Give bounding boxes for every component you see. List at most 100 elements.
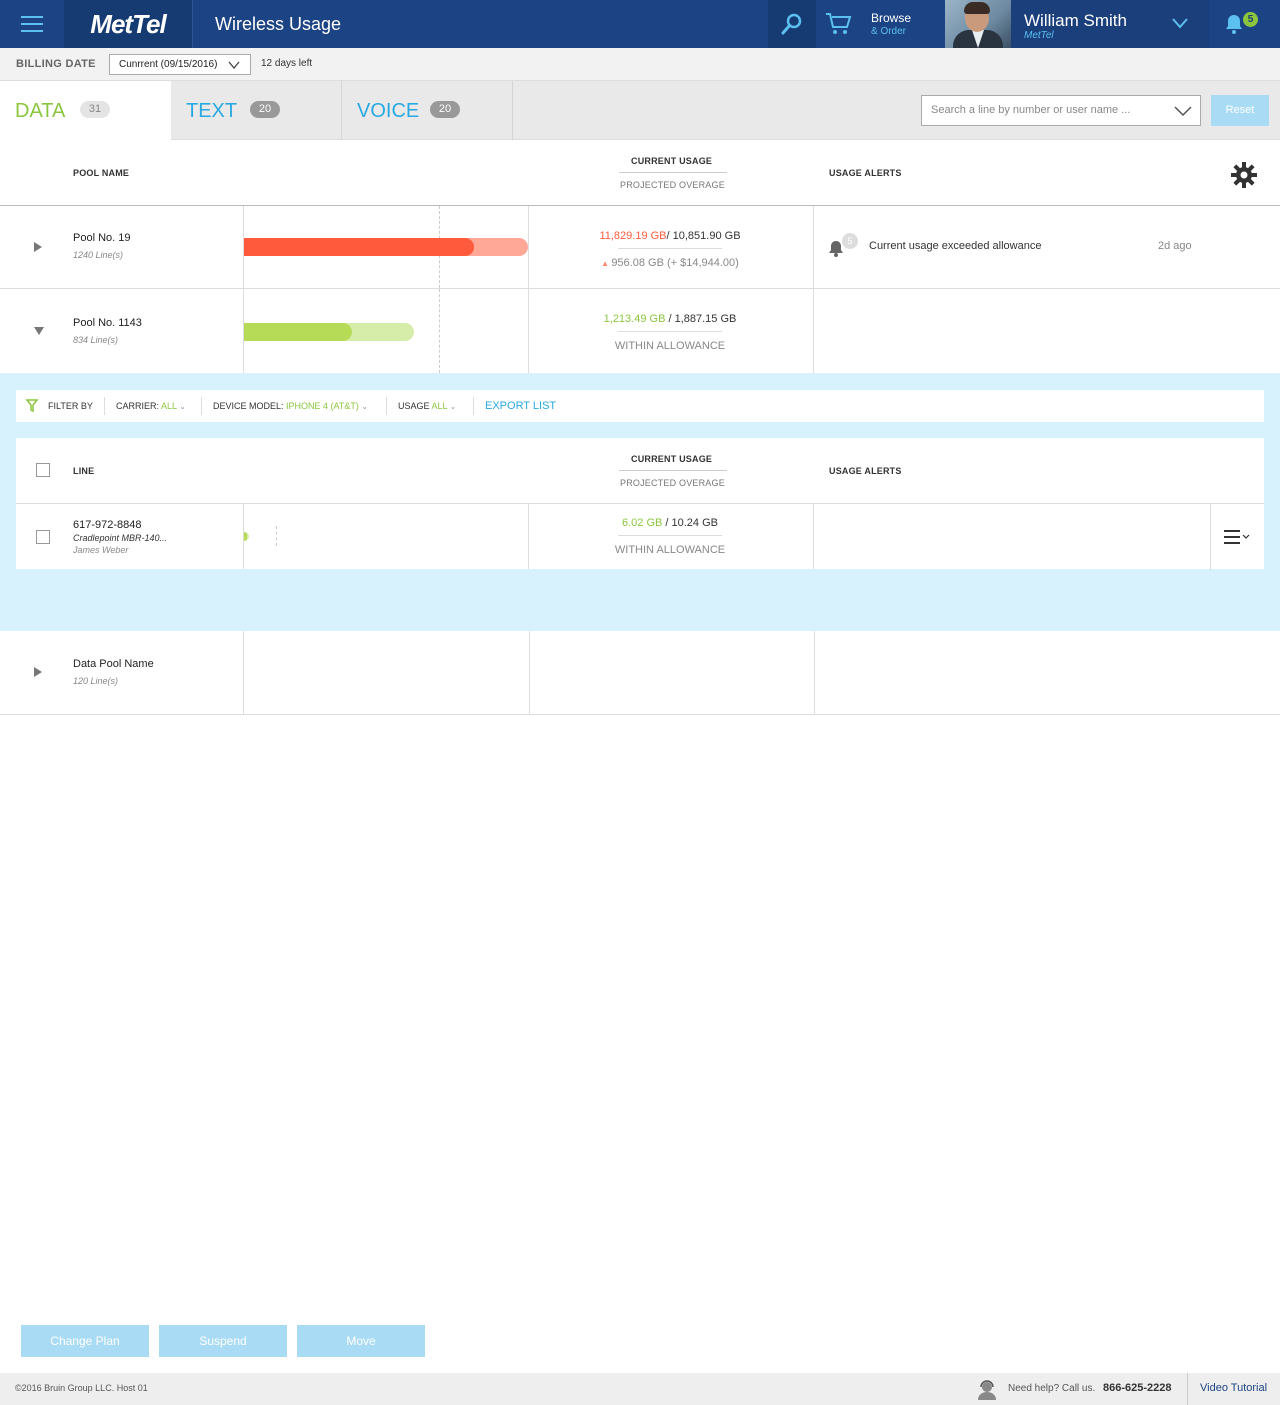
pool-lines: 120 Line(s) [73,676,119,686]
divider [619,172,727,173]
used-amount: 1,213.49 GB [603,313,666,325]
chevron-down-icon [228,61,240,70]
user-name: William Smith [1024,11,1127,30]
device-filter-value: IPHONE 4 (AT&T) [286,401,359,411]
divider [473,397,474,415]
cart-icon[interactable] [818,0,860,48]
line-user: James Weber [73,545,129,555]
col-current-usage: CURRENT USAGE [631,454,713,464]
divider [386,397,387,415]
billing-date-select[interactable]: Cunrrent (09/15/2016) [109,54,251,75]
carrier-filter-label: CARRIER: [116,401,160,411]
line-checkbox[interactable] [36,530,50,544]
expand-icon[interactable] [33,666,43,678]
allowance-marker [276,526,277,546]
browse-sublabel: & Order [871,26,907,37]
top-bar: MetTel Wireless Usage Browse & Order Wil… [0,0,1280,48]
pool-name: Pool No. 19 [73,232,131,244]
line-table: LINE CURRENT USAGE PROJECTED OVERAGE USA… [16,438,1264,570]
used-amount: 11,829.19 GB [599,230,667,242]
tab-data[interactable]: DATA 31 [0,81,171,141]
usage-summary: 6.02 GB / 10.24 GB WITHIN ALLOWANCE [528,517,812,556]
support-phone[interactable]: 866-625-2228 [1103,1382,1172,1394]
pool-row[interactable]: Pool No. 19 1240 Line(s) 11,829.19 GB/ 1… [0,206,1280,289]
collapse-icon[interactable] [33,326,45,336]
pool-lines: 1240 Line(s) [73,250,124,260]
notifications-button[interactable]: 5 [1209,0,1280,48]
filter-icon [26,399,38,412]
line-device: Cradlepoint MBR-140... [73,533,168,543]
chevron-down-icon: ⌄ [179,402,186,411]
line-actions-menu[interactable] [1210,504,1264,570]
user-menu[interactable]: William Smith MetTel [1011,0,1209,48]
alert-text: Current usage exceeded allowance [869,240,1042,252]
chevron-down-icon: ⌄ [361,402,369,411]
support-agent-icon [978,1380,996,1400]
allowance-amount: / 10.24 GB [662,517,718,529]
billing-bar: BILLING DATE Cunrrent (09/15/2016) 12 da… [0,48,1280,81]
divider [813,504,814,569]
reset-button[interactable]: Reset [1211,95,1269,126]
col-pool-name: POOL NAME [73,168,130,178]
usage-filter[interactable]: USAGE ALL ⌄ [398,401,456,411]
pool-row[interactable]: Data Pool Name 120 Line(s) [0,631,1280,715]
tab-data-count: 31 [80,101,110,118]
tab-voice[interactable]: VOICE 20 [342,81,513,140]
line-row[interactable]: 617-972-8848 Cradlepoint MBR-140... Jame… [16,504,1264,570]
tab-voice-count: 20 [430,101,460,118]
carrier-filter[interactable]: CARRIER: ALL ⌄ [116,401,186,411]
allowance-marker [439,289,440,373]
allowance-amount: / 1,887.15 GB [665,313,737,325]
search-icon[interactable] [768,0,816,48]
line-number: 617-972-8848 [73,519,142,531]
suspend-button[interactable]: Suspend [159,1325,287,1357]
notification-badge: 5 [1243,12,1258,27]
pool-row[interactable]: Pool No. 1143 834 Line(s) 1,213.49 GB / … [0,289,1280,373]
divider [618,535,722,536]
browse-order-link[interactable]: Browse & Order [871,11,911,39]
divider [619,470,727,471]
select-all-checkbox[interactable] [36,463,50,477]
warning-triangle-icon: ▲ [601,259,612,268]
divider [813,289,814,373]
avatar[interactable] [945,0,1011,48]
allowance-amount: / 10,851.90 GB [666,230,741,242]
col-usage-alerts: USAGE ALERTS [829,168,902,178]
usage-filter-label: USAGE [398,401,430,411]
usage-summary: 11,829.19 GB/ 10,851.90 GB ▲ 956.08 GB (… [528,230,812,269]
browse-label: Browse [871,11,912,25]
menu-icon[interactable] [0,0,64,48]
usage-summary: 1,213.49 GB / 1,887.15 GB WITHIN ALLOWAN… [528,313,812,352]
billing-date-label: BILLING DATE [16,58,96,70]
carrier-filter-value: ALL [161,401,177,411]
footer: ©2016 Bruin Group LLC. Host 01 Need help… [0,1373,1280,1405]
mettel-logo[interactable]: MetTel [64,0,192,48]
expand-icon[interactable] [33,241,43,253]
device-model-filter[interactable]: DEVICE MODEL: IPHONE 4 (AT&T) ⌄ [213,401,368,411]
export-list-link[interactable]: EXPORT LIST [485,400,556,412]
filter-label: FILTER BY [48,401,93,411]
tab-text-label: TEXT [186,100,238,122]
chevron-down-icon: ⌄ [449,402,457,411]
hamburger-menu-icon [1224,530,1250,544]
gear-icon[interactable] [1229,160,1259,190]
video-tutorial-link[interactable]: Video Tutorial [1200,1382,1267,1394]
change-plan-button[interactable]: Change Plan [21,1325,149,1357]
move-button[interactable]: Move [297,1325,425,1357]
col-projected-overage: PROJECTED OVERAGE [620,478,725,488]
pool-detail-panel: FILTER BY CARRIER: ALL ⌄ DEVICE MODEL: I… [0,373,1280,631]
divider [813,206,814,288]
alert-bell[interactable]: 5 [828,233,858,263]
line-search-input[interactable]: Search a line by number or user name ... [921,95,1201,126]
pool-name: Data Pool Name [73,658,154,670]
pool-lines: 834 Line(s) [73,335,119,345]
used-amount: 6.02 GB [621,517,663,529]
tab-text[interactable]: TEXT 20 [171,81,342,140]
page-title: Wireless Usage [192,0,341,48]
divider [1187,1373,1188,1405]
allowance-status: WITHIN ALLOWANCE [614,340,726,352]
divider [243,631,244,714]
alert-count-badge: 5 [842,233,858,249]
device-filter-label: DEVICE MODEL: [213,401,284,411]
bell-icon [1226,15,1242,34]
